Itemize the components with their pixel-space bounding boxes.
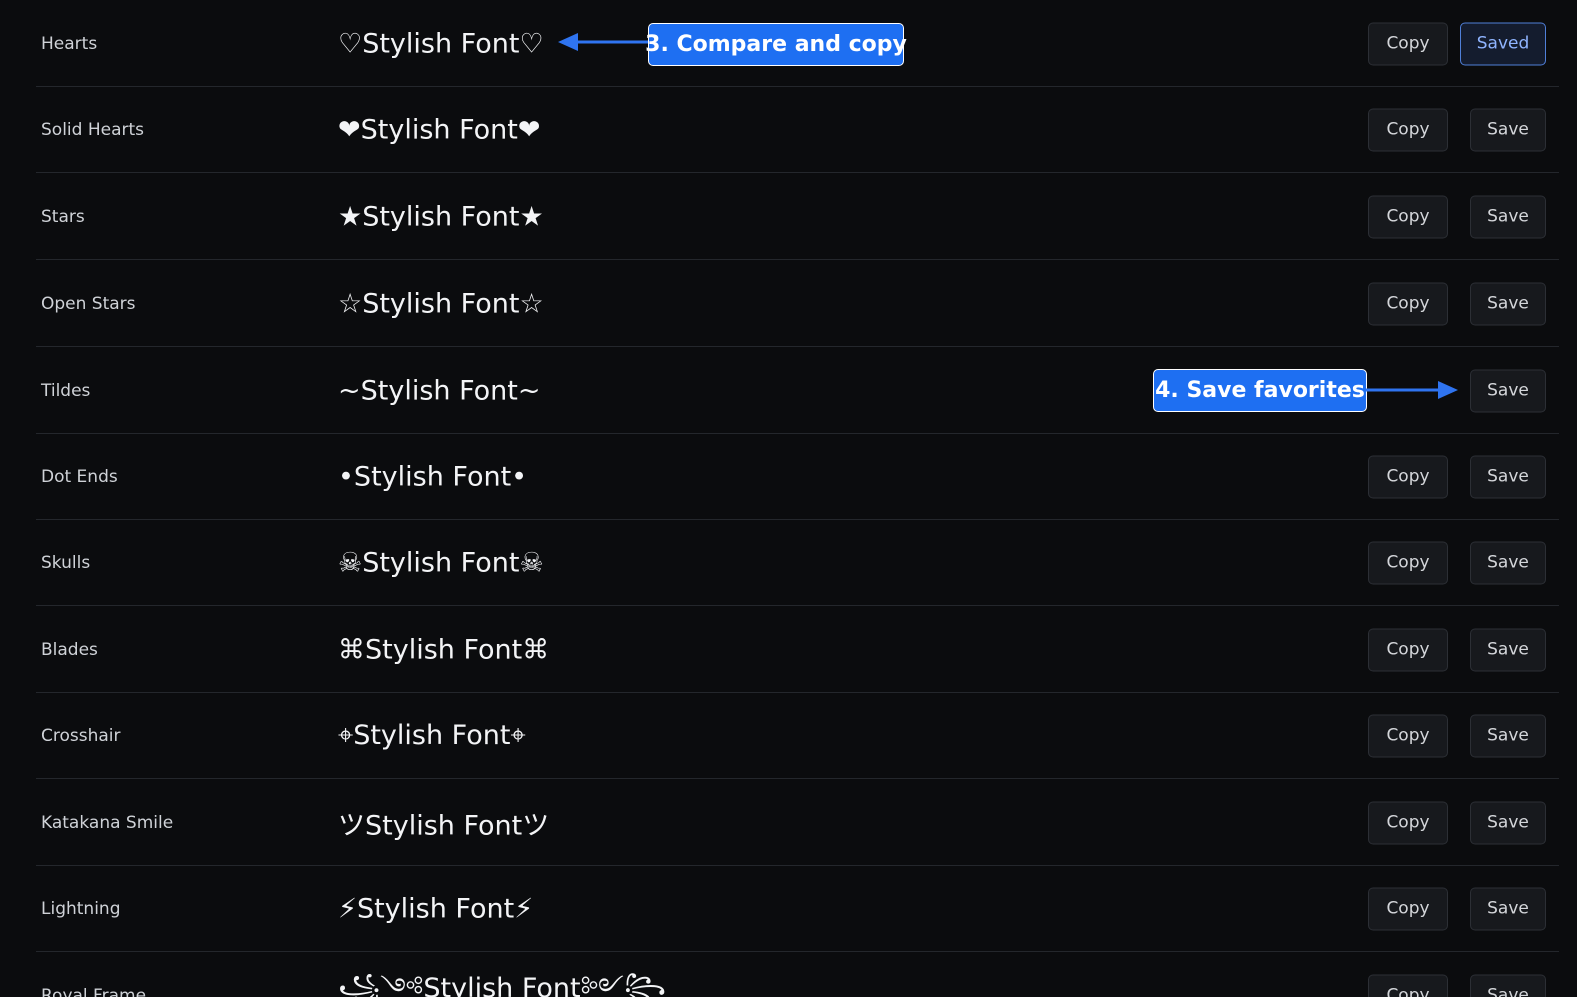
preview-text-tildes[interactable]: ~Stylish Font~ bbox=[338, 375, 541, 406]
style-name-skulls: Skulls bbox=[41, 552, 91, 573]
preview-text-hearts[interactable]: ♡Stylish Font♡ bbox=[338, 28, 544, 59]
save-button-blades[interactable]: Save bbox=[1470, 628, 1546, 671]
copy-button-crosshair[interactable]: Copy bbox=[1368, 714, 1448, 757]
copy-button-skulls[interactable]: Copy bbox=[1368, 541, 1448, 584]
arrow-left-icon bbox=[558, 33, 650, 51]
callout-save-favorites: 4. Save favorites bbox=[1153, 369, 1367, 412]
copy-button-solid-hearts[interactable]: Copy bbox=[1368, 108, 1448, 151]
style-name-solid-hearts: Solid Hearts bbox=[41, 119, 145, 140]
preview-text-open-stars[interactable]: ☆Stylish Font☆ bbox=[338, 288, 544, 319]
copy-button-lightning[interactable]: Copy bbox=[1368, 887, 1448, 930]
style-name-stars: Stars bbox=[41, 206, 85, 227]
style-row-lightning: Lightning ⚡Stylish Font⚡ Copy Save bbox=[0, 865, 1577, 952]
preview-text-skulls[interactable]: ☠Stylish Font☠ bbox=[338, 547, 544, 578]
copy-button-open-stars[interactable]: Copy bbox=[1368, 282, 1448, 325]
style-name-crosshair: Crosshair bbox=[41, 725, 121, 746]
preview-text-dot-ends[interactable]: •Stylish Font• bbox=[338, 461, 527, 492]
preview-text-blades[interactable]: ⌘Stylish Font⌘ bbox=[338, 634, 549, 665]
save-button-katakana-smile[interactable]: Save bbox=[1470, 801, 1546, 844]
save-button-solid-hearts[interactable]: Save bbox=[1470, 108, 1546, 151]
style-row-crosshair: Crosshair ⌖Stylish Font⌖ Copy Save bbox=[0, 692, 1577, 779]
style-row-solid-hearts: Solid Hearts ❤Stylish Font❤ Copy Save bbox=[0, 86, 1577, 173]
preview-text-solid-hearts[interactable]: ❤Stylish Font❤ bbox=[338, 114, 541, 145]
copy-button-hearts[interactable]: Copy bbox=[1368, 22, 1448, 65]
preview-text-katakana-smile[interactable]: ツStylish Fontツ bbox=[338, 803, 549, 842]
style-name-blades: Blades bbox=[41, 639, 98, 660]
style-row-open-stars: Open Stars ☆Stylish Font☆ Copy Save bbox=[0, 260, 1577, 347]
preview-text-lightning[interactable]: ⚡Stylish Font⚡ bbox=[338, 893, 533, 924]
style-row-katakana-smile: Katakana Smile ツStylish Fontツ Copy Save bbox=[0, 779, 1577, 866]
style-name-lightning: Lightning bbox=[41, 898, 121, 919]
arrow-right-icon bbox=[1366, 381, 1458, 399]
save-button-tildes[interactable]: Save bbox=[1470, 369, 1546, 412]
style-row-dot-ends: Dot Ends •Stylish Font• Copy Save bbox=[0, 433, 1577, 520]
style-name-hearts: Hearts bbox=[41, 33, 98, 54]
preview-text-royal-frame[interactable]: ꧁༺Stylish Font༻꧂ bbox=[338, 958, 666, 997]
copy-button-katakana-smile[interactable]: Copy bbox=[1368, 801, 1448, 844]
save-button-crosshair[interactable]: Save bbox=[1470, 714, 1546, 757]
preview-text-stars[interactable]: ★Stylish Font★ bbox=[338, 201, 544, 232]
callout-compare-and-copy: 3. Compare and copy bbox=[645, 23, 907, 66]
save-button-skulls[interactable]: Save bbox=[1470, 541, 1546, 584]
style-row-blades: Blades ⌘Stylish Font⌘ Copy Save bbox=[0, 606, 1577, 693]
copy-button-dot-ends[interactable]: Copy bbox=[1368, 455, 1448, 498]
style-name-royal-frame: Royal Frame bbox=[41, 985, 147, 997]
save-button-dot-ends[interactable]: Save bbox=[1470, 455, 1546, 498]
style-row-stars: Stars ★Stylish Font★ Copy Save bbox=[0, 173, 1577, 260]
copy-button-blades[interactable]: Copy bbox=[1368, 628, 1448, 671]
save-button-stars[interactable]: Save bbox=[1470, 195, 1546, 238]
style-name-katakana-smile: Katakana Smile bbox=[41, 812, 174, 833]
saved-button-hearts[interactable]: Saved bbox=[1460, 22, 1546, 65]
save-button-open-stars[interactable]: Save bbox=[1470, 282, 1546, 325]
font-style-list: Hearts ♡Stylish Font♡ Copy Saved Solid Heart… bbox=[0, 0, 1577, 997]
copy-button-stars[interactable]: Copy bbox=[1368, 195, 1448, 238]
style-name-tildes: Tildes bbox=[41, 380, 91, 401]
style-name-open-stars: Open Stars bbox=[41, 293, 136, 314]
style-row-skulls: Skulls ☠Stylish Font☠ Copy Save bbox=[0, 519, 1577, 606]
style-row-royal-frame: Royal Frame ꧁༺Stylish Font༻꧂ Copy Save bbox=[0, 952, 1577, 997]
style-name-dot-ends: Dot Ends bbox=[41, 466, 118, 487]
save-button-royal-frame[interactable]: Save bbox=[1470, 974, 1546, 997]
copy-button-royal-frame[interactable]: Copy bbox=[1368, 974, 1448, 997]
preview-text-crosshair[interactable]: ⌖Stylish Font⌖ bbox=[338, 720, 526, 752]
save-button-lightning[interactable]: Save bbox=[1470, 887, 1546, 930]
